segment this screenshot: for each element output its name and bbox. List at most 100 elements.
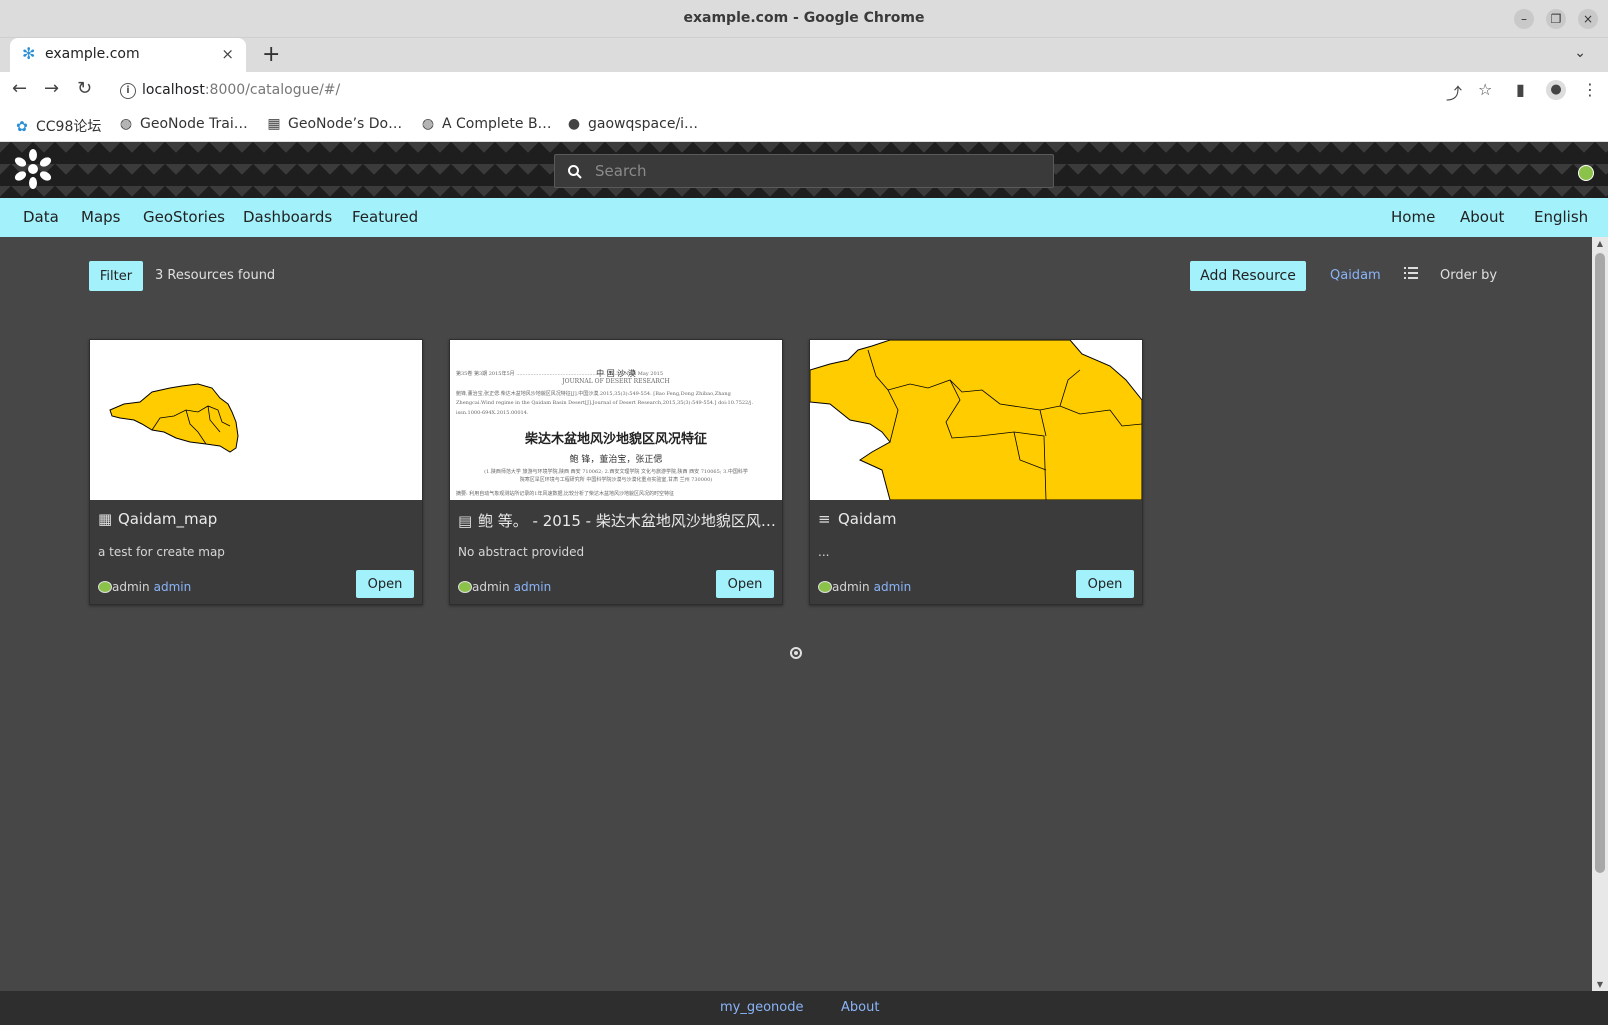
share-icon[interactable]: ⤴ [1446,80,1462,104]
geonode-logo-icon[interactable] [12,148,54,190]
doc-thumb-line: 鲍锋,董治宝,张正偲.柴达木盆地风沙地貌区风况特征[J].中国沙漠,2015,3… [456,391,731,397]
card-owner: admin admin [458,580,551,594]
owner-link[interactable]: admin [154,580,192,594]
nav-language[interactable]: English [1534,208,1588,226]
card-abstract: ... [818,545,830,559]
page-scrollbar[interactable]: ▲ ▼ [1592,237,1608,991]
card-title[interactable]: ▦ Qaidam_map [98,510,416,528]
resource-card[interactable]: ≡ Qaidam ... admin admin Open [809,339,1143,605]
nav-maps[interactable]: Maps [81,208,120,226]
globe-icon: ◍ [421,116,435,132]
cc98-icon: ✿ [16,119,28,135]
loading-spinner-icon [790,647,802,659]
owner-avatar-alt: admin [112,580,150,594]
window-titlebar: example.com - Google Chrome – ❐ × [0,0,1608,38]
owner-avatar-alt: admin [832,580,870,594]
doc-thumb-line: 院寒区旱区环境与工程研究所 中国科学院沙漠与沙漠化重点实验室,甘肃 兰州 730… [519,477,713,483]
site-info-icon[interactable]: i [120,83,136,99]
scroll-up-icon[interactable]: ▲ [1592,239,1608,248]
page-footer: my_geonode About [0,991,1608,1025]
doc-building-icon: ▦ [267,116,281,132]
doc-authors: 鲍 锋，董治宝，张正偲 [569,455,663,465]
new-tab-button[interactable]: + [262,42,280,67]
owner-avatar-alt: admin [472,580,510,594]
document-icon: ▤ [458,512,473,530]
scrollbar-thumb[interactable] [1595,253,1605,873]
search-icon[interactable] [567,164,583,180]
geonode-header [0,142,1608,198]
forward-arrow-icon[interactable]: → [44,79,59,99]
tab-search-chevron-icon[interactable]: ⌄ [1574,45,1586,61]
resource-card[interactable]: ▦ Qaidam_map a test for create map admin a… [89,339,423,605]
dataset-thumbnail[interactable] [810,340,1142,500]
profile-icon[interactable]: ● [1546,80,1566,100]
doc-thumb-line: issn.1000-694X.2015.00014. [456,410,529,416]
list-view-icon[interactable] [1404,267,1418,279]
catalogue-content: Filter 3 Resources found Add Resource Qa… [0,237,1592,991]
open-button[interactable]: Open [1076,570,1134,598]
reload-icon[interactable]: ↻ [77,79,92,99]
owner-link[interactable]: admin [874,580,912,594]
search-box [554,154,1054,188]
nav-about[interactable]: About [1460,208,1504,226]
card-owner: admin admin [818,580,911,594]
geonode-favicon-icon: ✻ [22,44,36,63]
url-text[interactable]: localhost:8000/catalogue/#/ [142,82,340,98]
user-avatar[interactable] [1578,165,1594,181]
card-title[interactable]: ≡ Qaidam [818,510,1136,528]
nav-featured[interactable]: Featured [352,208,418,226]
tab-strip: ✻ example.com × + ⌄ [0,38,1608,72]
close-window-icon[interactable]: × [1578,9,1598,29]
document-thumbnail[interactable]: 第35卷 第3期 2015年5月 .......................… [450,340,782,500]
add-resource-button[interactable]: Add Resource [1190,261,1306,291]
globe-icon: ◍ [119,116,133,132]
back-arrow-icon[interactable]: ← [12,79,27,99]
nav-dashboards[interactable]: Dashboards [243,208,332,226]
resource-card[interactable]: 第35卷 第3期 2015年5月 .......................… [449,339,783,605]
bookmark-geonode-training[interactable]: ◍ GeoNode Trai… [118,116,248,132]
open-button[interactable]: Open [716,570,774,598]
nav-data[interactable]: Data [23,208,59,226]
map-thumbnail[interactable] [90,340,422,500]
owner-avatar [818,581,832,593]
github-icon: ● [567,116,581,132]
address-bar[interactable]: i localhost:8000/catalogue/#/ [108,75,1458,107]
footer-link-my-geonode[interactable]: my_geonode [720,1000,804,1015]
minimize-icon[interactable]: – [1514,9,1534,29]
search-input[interactable] [595,155,1045,187]
tab-example[interactable]: ✻ example.com × [10,38,246,72]
bookmark-geonode-docs[interactable]: ▦ GeoNode’s Do… [266,116,402,132]
doc-thumb-line: Zhengcai.Wind regime in the Qaidam Basin… [456,400,754,406]
bookmark-cc98[interactable]: ✿ CC98论坛 [14,116,101,136]
tab-close-icon[interactable]: × [221,45,234,63]
owner-avatar [458,581,472,593]
saved-search-link[interactable]: Qaidam [1330,268,1381,283]
dataset-thumbnail-image [810,340,1142,500]
doc-title: 柴达木盆地风沙地貌区风况特征 [524,432,707,447]
bookmark-star-icon[interactable]: ☆ [1478,80,1492,99]
database-icon: ≡ [818,510,831,528]
order-by-dropdown[interactable]: Order by [1440,268,1497,283]
map-icon: ▦ [98,510,113,528]
scroll-down-icon[interactable]: ▼ [1592,980,1608,989]
restore-icon[interactable]: ❐ [1546,9,1566,29]
owner-link[interactable]: admin [514,580,552,594]
footer-link-about[interactable]: About [841,1000,879,1015]
filter-button[interactable]: Filter [89,261,143,291]
card-abstract: a test for create map [98,545,225,559]
card-owner: admin admin [98,580,191,594]
card-title[interactable]: ▤ 鲍 等。 - 2015 - 柴达木盆地风沙地貌区风况特征 [458,510,776,531]
nav-geostories[interactable]: GeoStories [143,208,225,226]
main-nav: Data Maps GeoStories Dashboards Featured… [0,198,1608,237]
map-thumbnail-image [109,383,239,453]
bookmark-github[interactable]: ● gaowqspace/i… [566,116,698,132]
menu-dots-icon[interactable]: ⋮ [1582,80,1598,99]
resource-count: 3 Resources found [155,268,276,283]
window-title: example.com - Google Chrome [683,10,925,26]
bookmarks-bar: ✿ CC98论坛 ◍ GeoNode Trai… ▦ GeoNode’s Do… ◍ A… [0,110,1608,142]
open-button[interactable]: Open [356,570,414,598]
doc-thumb-line: 摘要: 利用自动气象观测站所记录的1年风速数据,比较分析了柴达木盆地风沙地貌区风… [456,491,675,497]
side-panel-icon[interactable]: ▮ [1516,80,1525,99]
nav-home[interactable]: Home [1391,208,1435,226]
bookmark-complete-guide[interactable]: ◍ A Complete B… [420,116,552,132]
